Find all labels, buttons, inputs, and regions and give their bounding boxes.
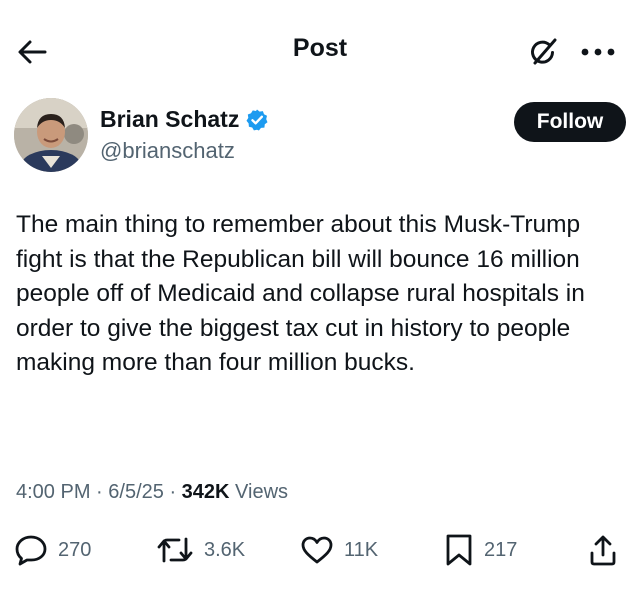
author-block: Brian Schatz @brianschatz Follow — [14, 98, 626, 178]
more-button[interactable] — [578, 36, 618, 68]
grok-icon — [531, 38, 557, 65]
reply-button[interactable]: 270 — [14, 530, 91, 570]
repost-button[interactable]: 3.6K — [156, 530, 245, 570]
share-button[interactable] — [588, 530, 618, 570]
post-text: The main thing to remember about this Mu… — [16, 211, 585, 376]
bookmark-count: 217 — [484, 538, 518, 561]
follow-button[interactable]: Follow — [514, 102, 626, 142]
views-label: Views — [235, 481, 289, 503]
reply-icon — [15, 535, 47, 566]
views-count[interactable]: 342K — [182, 481, 230, 503]
post-date[interactable]: 6/5/25 — [108, 481, 164, 503]
share-icon — [590, 535, 616, 566]
verified-badge-icon — [246, 109, 268, 130]
like-button[interactable]: 11K — [300, 530, 378, 570]
more-horizontal-icon — [581, 48, 615, 56]
name-row: Brian Schatz — [100, 106, 269, 133]
meta-separator: · — [169, 481, 182, 503]
top-bar: Post — [0, 0, 640, 100]
author-name[interactable]: Brian Schatz — [100, 106, 239, 133]
bookmark-button[interactable]: 217 — [444, 530, 517, 570]
meta-separator: · — [96, 481, 109, 503]
post-time[interactable]: 4:00 PM — [16, 481, 90, 503]
repost-icon — [157, 537, 193, 563]
author-handle[interactable]: @brianschatz — [100, 138, 235, 164]
repost-count: 3.6K — [204, 538, 246, 561]
grok-button[interactable] — [526, 34, 562, 70]
reply-count: 270 — [58, 538, 92, 561]
post-meta: 4:00 PM · 6/5/25 · 342K Views — [16, 481, 288, 504]
action-bar: 270 3.6K 11K 217 — [0, 530, 640, 570]
avatar-photo-icon — [14, 98, 88, 172]
avatar[interactable] — [14, 98, 88, 172]
like-count: 11K — [344, 538, 379, 561]
heart-icon — [301, 536, 333, 564]
bookmark-icon — [446, 534, 472, 566]
